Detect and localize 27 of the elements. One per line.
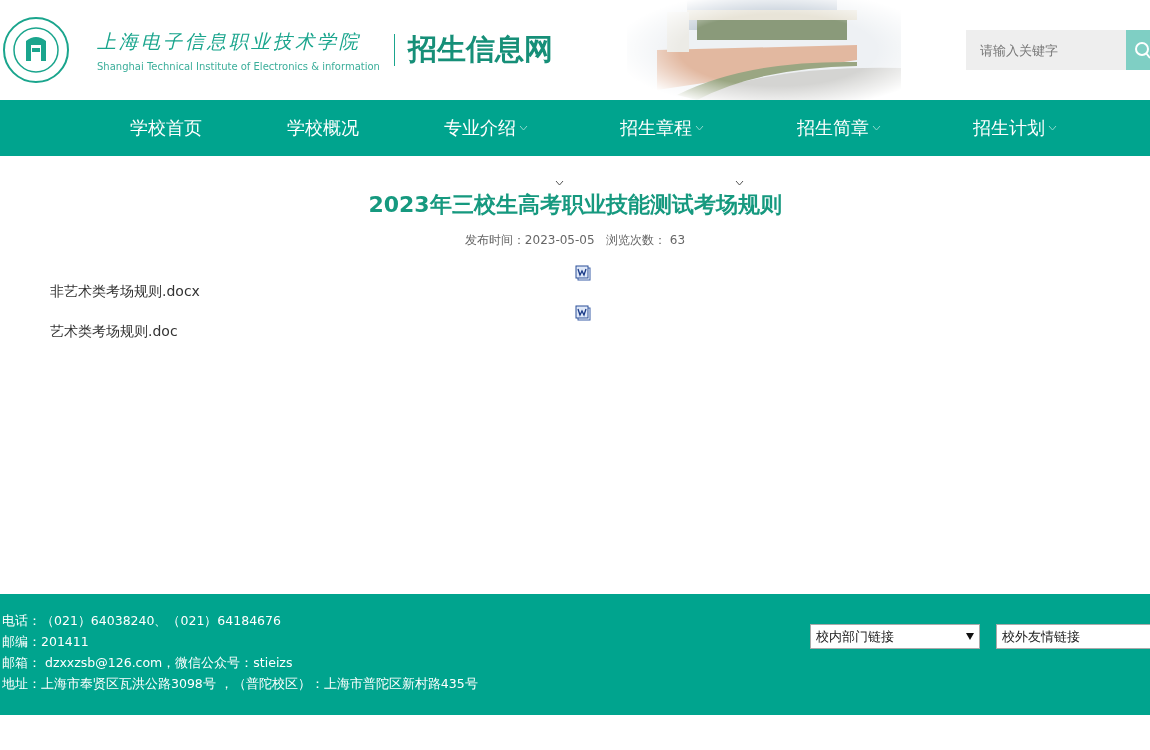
school-name: 上海电子信息职业技术学院: [97, 29, 362, 54]
contact-line: 邮箱： dzxxzsb@126.com，微信公众号：stieizs: [2, 654, 294, 672]
nav-link[interactable]: 学校概况: [287, 116, 445, 140]
nav-link[interactable]: 专业介绍: [444, 116, 620, 140]
contact-line: 地址：上海市奉贤区瓦洪公路3098号 ，（普陀校区）：上海市普陀区新村路435号: [2, 675, 478, 693]
document-icon[interactable]: [575, 305, 591, 321]
contact-line: 电话：（021）64038240、（021）64184676: [2, 612, 282, 630]
site-title: 招生信息网: [407, 31, 553, 68]
nav-link[interactable]: 招生章程: [619, 116, 797, 140]
search-icon: [1133, 41, 1150, 59]
nav-link[interactable]: 学校首页: [130, 116, 288, 140]
caret-icon: [735, 180, 744, 186]
link-dropdown[interactable]: 校内部门链接: [810, 624, 980, 649]
nav-link[interactable]: 招生简章: [796, 116, 974, 140]
caret-icon: [555, 180, 564, 186]
school-name-english: Shanghai Technical Institute of Electronics & information: [97, 60, 380, 72]
logo-icon: [3, 17, 69, 83]
nav-link[interactable]: 招生计划: [973, 116, 1150, 140]
dropdown-arrow-icon: [966, 633, 974, 640]
article-title: 2023年三校生高考职业技能测试考场规则: [368, 192, 782, 218]
contact-line: 邮编：201411: [2, 633, 90, 651]
link-dropdown[interactable]: 校外友情链接: [996, 624, 1150, 649]
search-field[interactable]: 请输入关键字: [966, 30, 1126, 70]
attachment-link[interactable]: 非艺术类考场规则.docx: [50, 283, 200, 301]
attachment-link[interactable]: 艺术类考场规则.doc: [50, 323, 178, 341]
article-meta: 发布时间：2023-05-05 浏览次数： 63: [463, 232, 687, 249]
document-icon[interactable]: [575, 265, 591, 281]
